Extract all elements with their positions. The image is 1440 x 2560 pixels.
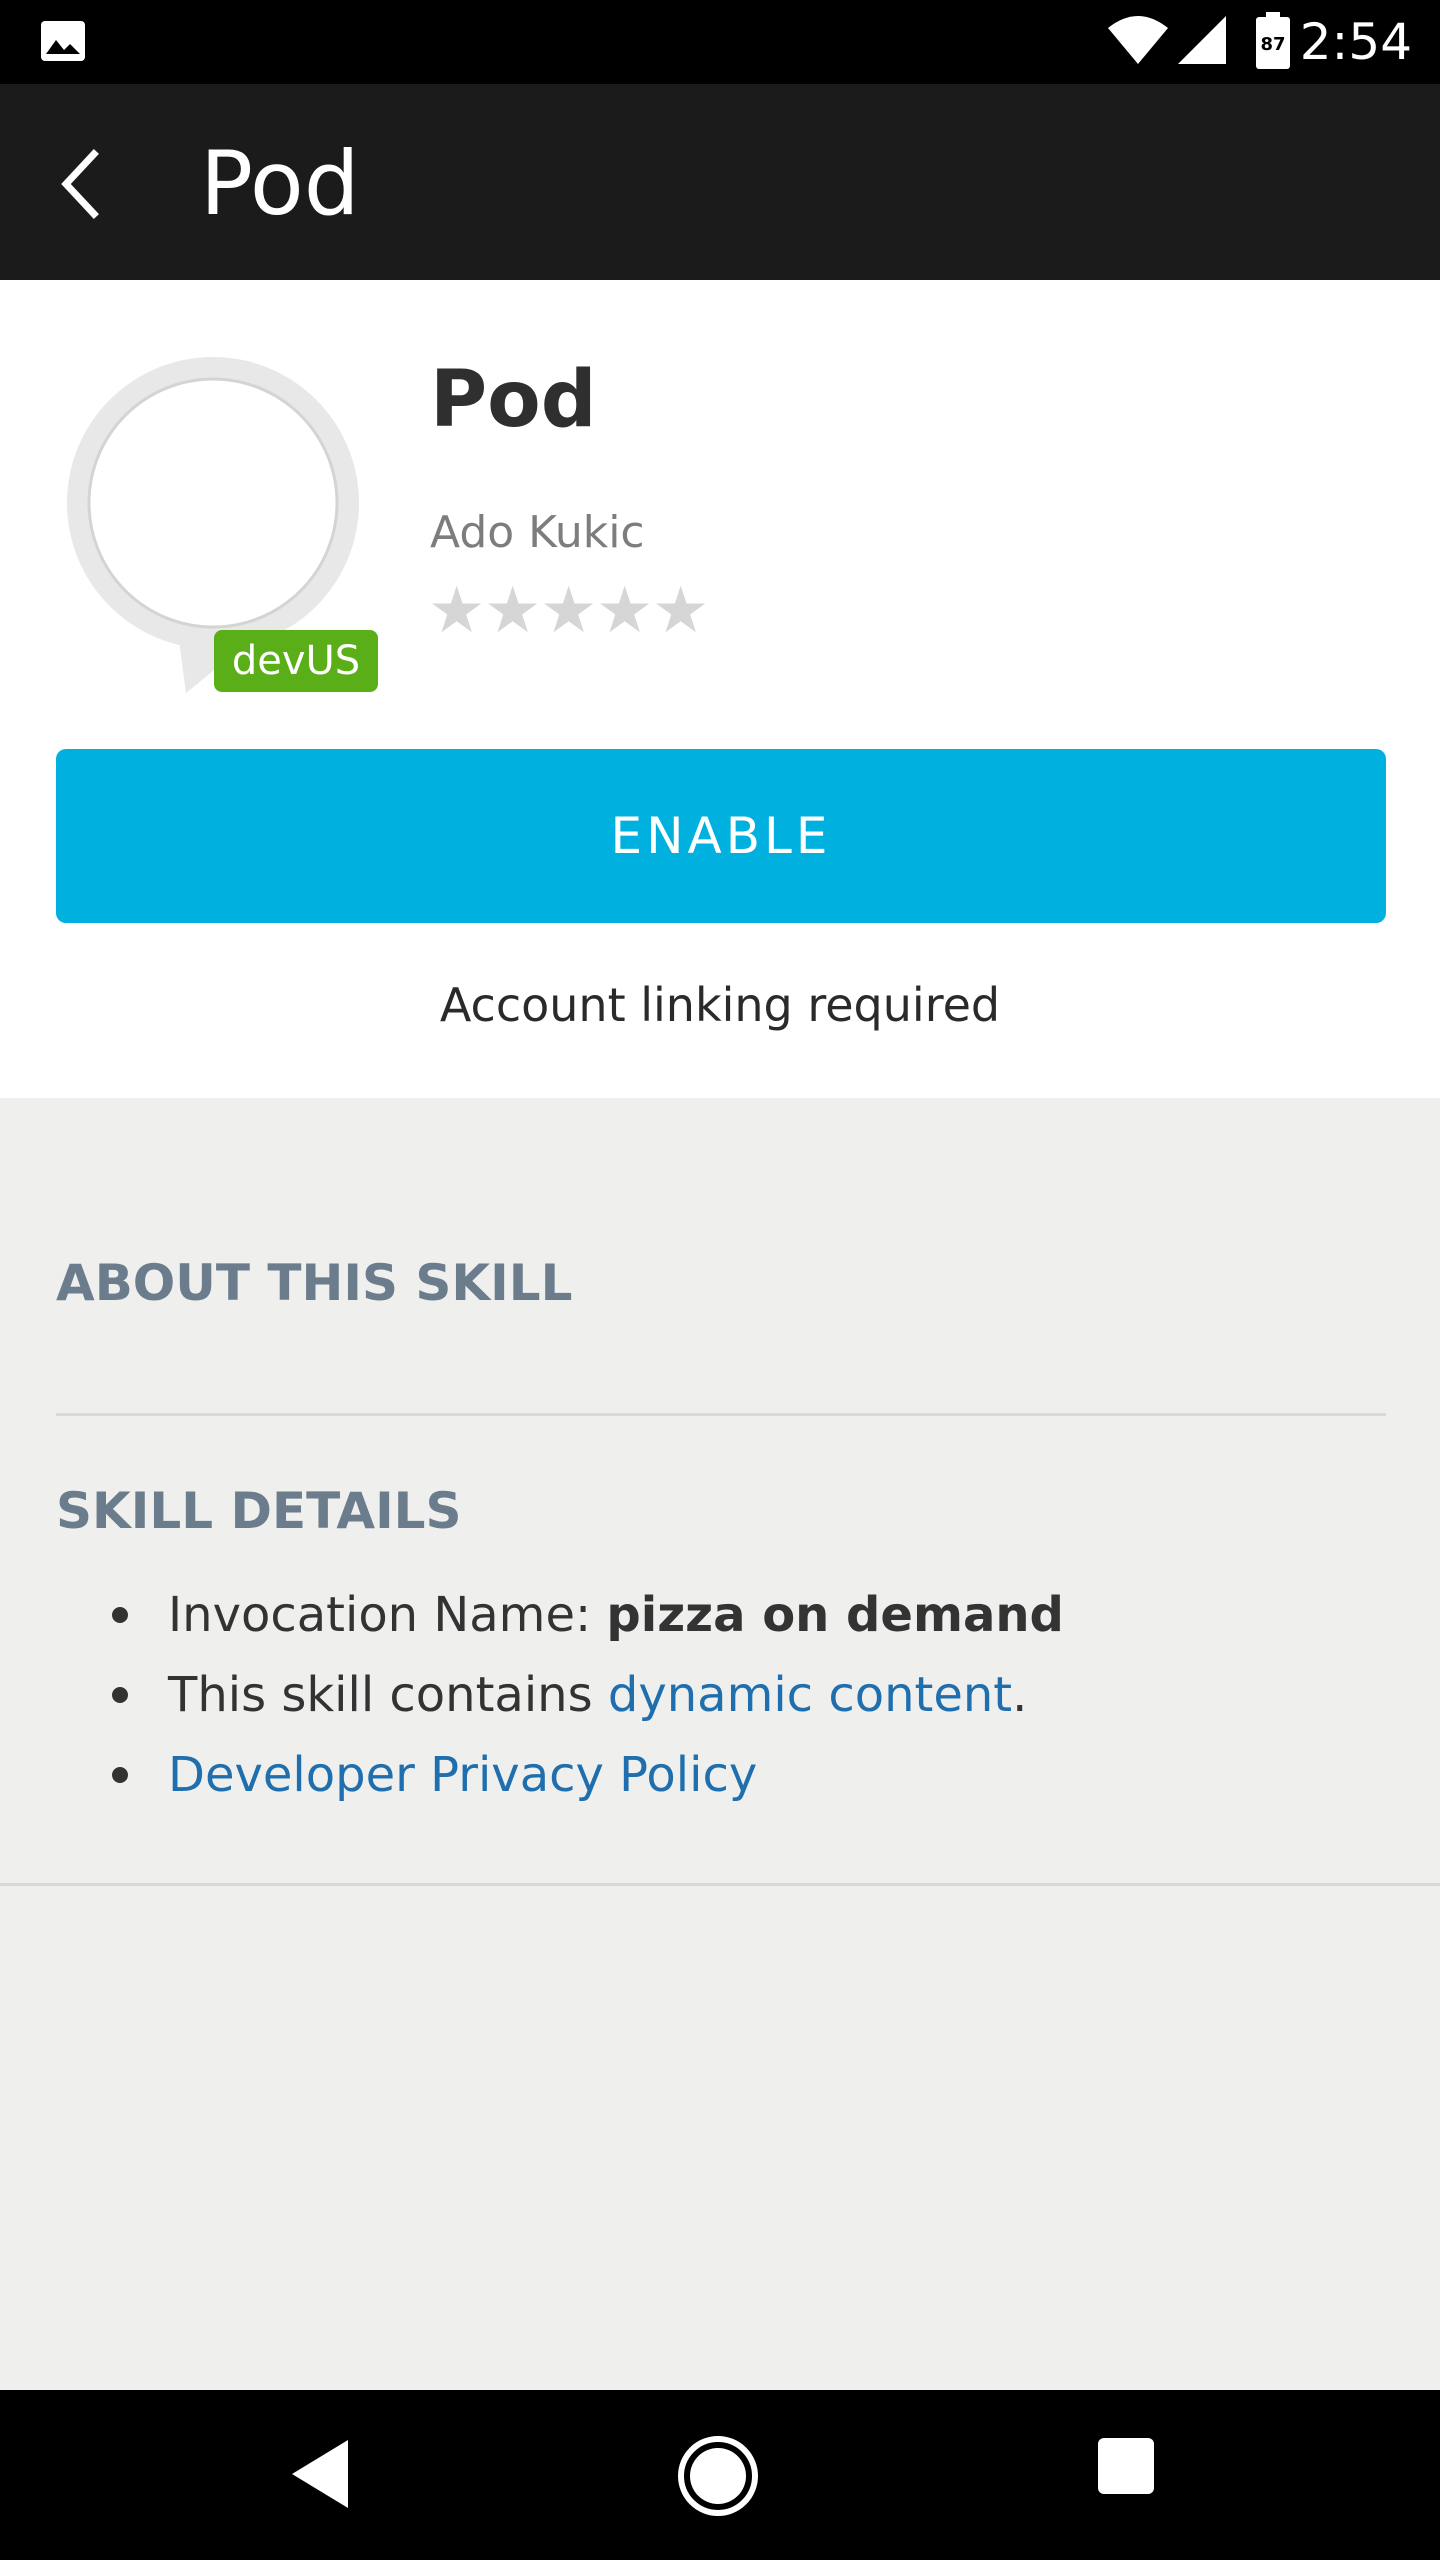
bullet-icon <box>112 1767 128 1783</box>
star-icon: ★ <box>484 574 542 646</box>
dynamic-content-prefix: This skill contains <box>168 1667 608 1723</box>
image-icon <box>41 21 85 61</box>
star-icon: ★ <box>652 574 710 646</box>
privacy-policy-link[interactable]: Developer Privacy Policy <box>168 1747 757 1803</box>
back-arrow-icon[interactable] <box>52 142 124 226</box>
dynamic-content-link[interactable]: dynamic content <box>608 1667 1012 1723</box>
wifi-icon <box>1108 16 1168 64</box>
enable-button[interactable]: ENABLE <box>56 749 1386 923</box>
invocation-name: pizza on demand <box>606 1587 1064 1643</box>
star-icon: ★ <box>428 574 486 646</box>
app-bar: Pod <box>0 84 1440 280</box>
star-icon: ★ <box>540 574 598 646</box>
star-icon: ★ <box>596 574 654 646</box>
signal-icon <box>1178 16 1226 64</box>
about-skill-heading: ABOUT THIS SKILL <box>56 1254 573 1312</box>
bullet-icon <box>112 1607 128 1623</box>
battery-level: 87 <box>1260 34 1285 55</box>
skill-name: Pod <box>430 355 597 445</box>
section-divider <box>56 1413 1386 1416</box>
nav-recents-icon[interactable] <box>1098 2438 1154 2494</box>
rating-stars: ★ ★ ★ ★ ★ <box>428 574 710 646</box>
list-item-privacy: Developer Privacy Policy <box>0 1740 1440 1810</box>
bullet-icon <box>112 1687 128 1703</box>
list-item-invocation: Invocation Name: pizza on demand <box>0 1580 1440 1650</box>
section-divider <box>0 1883 1440 1886</box>
skill-author: Ado Kukic <box>430 507 645 558</box>
status-bar: 87 2:54 <box>0 0 1440 84</box>
page-title: Pod <box>200 132 360 235</box>
dynamic-content-suffix: . <box>1012 1667 1028 1723</box>
clock: 2:54 <box>1299 13 1412 71</box>
skill-details-heading: SKILL DETAILS <box>56 1482 462 1540</box>
battery-icon: 87 <box>1256 12 1290 69</box>
system-nav-bar <box>0 2390 1440 2560</box>
dev-badge: devUS <box>214 630 378 692</box>
list-item-dynamic-content: This skill contains dynamic content. <box>0 1660 1440 1730</box>
nav-back-icon[interactable] <box>284 2434 354 2514</box>
nav-home-icon[interactable] <box>676 2434 760 2518</box>
account-linking-note: Account linking required <box>439 978 1001 1032</box>
invocation-label: Invocation Name: <box>168 1587 607 1643</box>
